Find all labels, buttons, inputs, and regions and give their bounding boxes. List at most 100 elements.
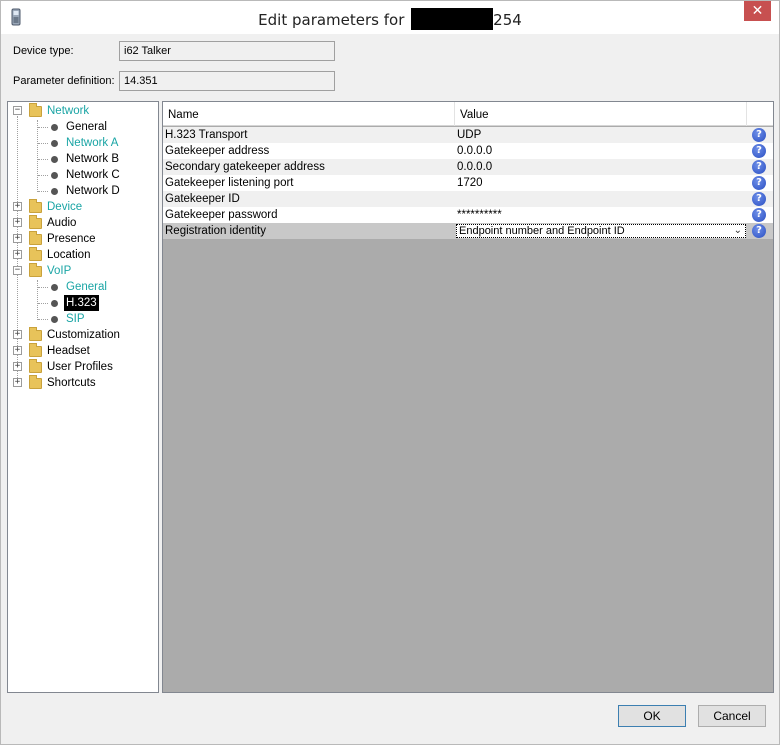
- cancel-button[interactable]: Cancel: [698, 705, 766, 727]
- parameter-definition-field: 14.351: [119, 71, 335, 91]
- folder-icon: [29, 343, 42, 357]
- help-icon[interactable]: ?: [752, 128, 766, 142]
- tree-item-presence[interactable]: + Presence: [8, 231, 158, 247]
- bullet-icon: [51, 172, 58, 179]
- tree-item-audio[interactable]: + Audio: [8, 215, 158, 231]
- bullet-icon: [51, 140, 58, 147]
- tree-label-network-c: Network C: [66, 169, 120, 181]
- tree-label-audio: Audio: [47, 217, 77, 229]
- folder-icon: [29, 247, 42, 261]
- param-value[interactable]: 1720: [455, 175, 747, 191]
- window-title-suffix: 254: [493, 11, 522, 29]
- expand-icon[interactable]: +: [13, 202, 22, 211]
- redacted-device-name: [411, 8, 494, 30]
- param-value[interactable]: 0.0.0.0: [455, 159, 747, 175]
- table-row[interactable]: Gatekeeper listening port 1720 ?: [163, 175, 773, 191]
- tree-item-network[interactable]: − Network: [8, 103, 158, 119]
- param-name: H.323 Transport: [165, 129, 248, 141]
- tree-label-voip-h323: H.323: [64, 295, 99, 311]
- tree-item-voip-h323[interactable]: H.323: [8, 295, 158, 311]
- folder-icon: [29, 327, 42, 341]
- tree-item-network-b[interactable]: Network B: [8, 151, 158, 167]
- table-row[interactable]: Gatekeeper password ********** ?: [163, 207, 773, 223]
- expand-icon[interactable]: +: [13, 362, 22, 371]
- tree-label-network-a: Network A: [66, 137, 119, 149]
- param-name: Gatekeeper listening port: [165, 177, 294, 189]
- tree-item-user-profiles[interactable]: + User Profiles: [8, 359, 158, 375]
- registration-identity-select[interactable]: Endpoint number and Endpoint ID ⌄: [456, 224, 746, 238]
- device-type-label: Device type:: [13, 45, 74, 57]
- table-row[interactable]: Gatekeeper ID ?: [163, 191, 773, 207]
- folder-icon: [29, 199, 42, 213]
- grid-header: Name Value: [163, 102, 773, 126]
- bullet-icon: [51, 156, 58, 163]
- category-tree: − Network General Network A Network B Ne…: [7, 101, 159, 693]
- tree-item-shortcuts[interactable]: + Shortcuts: [8, 375, 158, 391]
- tree-item-network-d[interactable]: Network D: [8, 183, 158, 199]
- tree-item-network-c[interactable]: Network C: [8, 167, 158, 183]
- device-type-field: i62 Talker: [119, 41, 335, 61]
- column-header-value[interactable]: Value: [455, 102, 747, 126]
- help-icon[interactable]: ?: [752, 144, 766, 158]
- window-title-prefix: Edit parameters for: [258, 11, 405, 29]
- param-name: Gatekeeper ID: [165, 193, 240, 205]
- title-bar: Edit parameters for 254 ✕: [1, 1, 779, 34]
- tree-label-network-d: Network D: [66, 185, 120, 197]
- column-header-name[interactable]: Name: [163, 102, 455, 126]
- collapse-icon[interactable]: −: [13, 266, 22, 275]
- help-icon[interactable]: ?: [752, 160, 766, 174]
- table-row[interactable]: H.323 Transport UDP ?: [163, 127, 773, 143]
- help-icon[interactable]: ?: [752, 176, 766, 190]
- help-icon[interactable]: ?: [752, 192, 766, 206]
- tree-item-voip-general[interactable]: General: [8, 279, 158, 295]
- collapse-icon[interactable]: −: [13, 106, 22, 115]
- folder-icon: [29, 103, 42, 117]
- table-row[interactable]: Gatekeeper address 0.0.0.0 ?: [163, 143, 773, 159]
- tree-item-network-a[interactable]: Network A: [8, 135, 158, 151]
- expand-icon[interactable]: +: [13, 218, 22, 227]
- param-name: Gatekeeper password: [165, 209, 278, 221]
- tree-item-network-general[interactable]: General: [8, 119, 158, 135]
- param-value[interactable]: UDP: [455, 127, 747, 143]
- bullet-icon: [51, 284, 58, 291]
- tree-label-user-profiles: User Profiles: [47, 361, 113, 373]
- ok-button[interactable]: OK: [618, 705, 686, 727]
- tree-label-customization: Customization: [47, 329, 120, 341]
- tree-label-voip: VoIP: [47, 265, 72, 277]
- window-title: Edit parameters for 254: [1, 8, 779, 30]
- tree-item-headset[interactable]: + Headset: [8, 343, 158, 359]
- close-button[interactable]: ✕: [744, 1, 771, 21]
- param-value[interactable]: [455, 191, 747, 207]
- expand-icon[interactable]: +: [13, 250, 22, 259]
- expand-icon[interactable]: +: [13, 234, 22, 243]
- table-row-selected[interactable]: Registration identity Endpoint number an…: [163, 223, 773, 239]
- folder-icon: [29, 359, 42, 373]
- param-name: Gatekeeper address: [165, 145, 270, 157]
- tree-item-location[interactable]: + Location: [8, 247, 158, 263]
- folder-icon: [29, 375, 42, 389]
- tree-label-location: Location: [47, 249, 91, 261]
- table-row[interactable]: Secondary gatekeeper address 0.0.0.0 ?: [163, 159, 773, 175]
- bullet-icon: [51, 316, 58, 323]
- tree-item-device[interactable]: + Device: [8, 199, 158, 215]
- tree-item-voip[interactable]: − VoIP: [8, 263, 158, 279]
- select-value: Endpoint number and Endpoint ID: [459, 225, 625, 237]
- param-value[interactable]: 0.0.0.0: [455, 143, 747, 159]
- bullet-icon: [51, 300, 58, 307]
- tree-item-voip-sip[interactable]: SIP: [8, 311, 158, 327]
- help-icon[interactable]: ?: [752, 224, 766, 238]
- help-icon[interactable]: ?: [752, 208, 766, 222]
- expand-icon[interactable]: +: [13, 330, 22, 339]
- tree-label-shortcuts: Shortcuts: [47, 377, 96, 389]
- tree-item-customization[interactable]: + Customization: [8, 327, 158, 343]
- expand-icon[interactable]: +: [13, 378, 22, 387]
- param-name: Registration identity: [165, 225, 266, 237]
- bullet-icon: [51, 124, 58, 131]
- folder-icon: [29, 231, 42, 245]
- tree-label-voip-sip: SIP: [66, 313, 85, 325]
- chevron-down-icon[interactable]: ⌄: [734, 225, 742, 237]
- param-value[interactable]: **********: [455, 207, 747, 223]
- tree-label-headset: Headset: [47, 345, 90, 357]
- expand-icon[interactable]: +: [13, 346, 22, 355]
- folder-icon: [29, 263, 42, 277]
